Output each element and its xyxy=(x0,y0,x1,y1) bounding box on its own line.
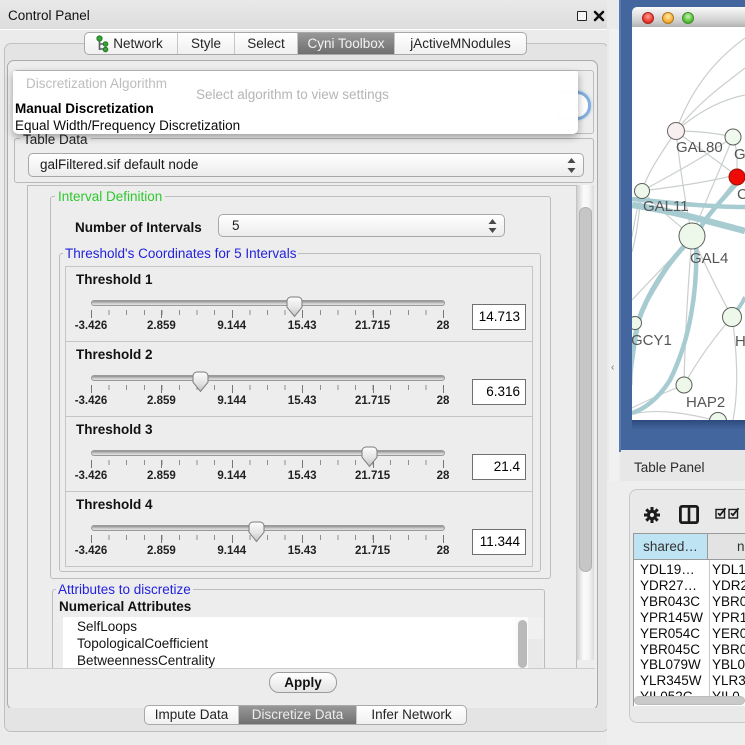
svg-text:C: C xyxy=(737,186,745,203)
svg-text:GCY1: GCY1 xyxy=(632,332,672,349)
svg-text:H: H xyxy=(735,333,745,350)
svg-text:GAL80: GAL80 xyxy=(676,139,723,156)
svg-text:G.: G. xyxy=(734,146,745,163)
svg-text:HAP2: HAP2 xyxy=(686,394,725,411)
svg-text:GAL4: GAL4 xyxy=(690,250,728,267)
svg-text:GAL11: GAL11 xyxy=(643,198,689,215)
